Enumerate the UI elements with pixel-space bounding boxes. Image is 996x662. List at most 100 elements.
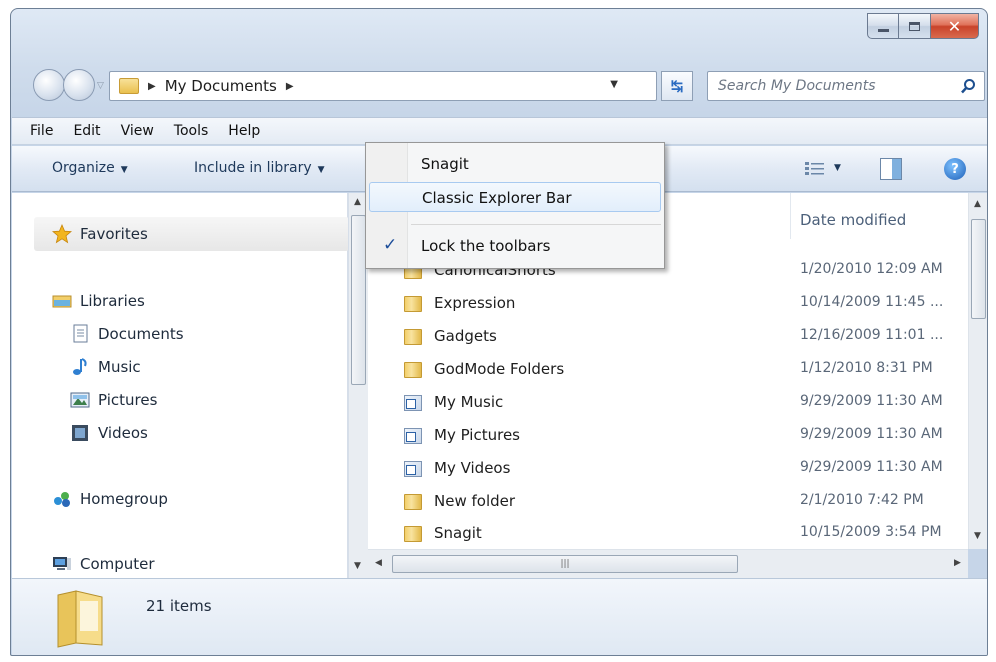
refresh-button[interactable]: ↹ (661, 71, 693, 101)
forward-button[interactable] (63, 69, 95, 101)
scroll-down-arrow-icon[interactable]: ▼ (354, 561, 361, 571)
menu-help[interactable]: Help (228, 123, 260, 139)
navigation-pane: Favorites Libraries Documents Music Pict… (12, 193, 349, 578)
toolbar-context-menu: Snagit Classic Explorer Bar ✓ Lock the t… (365, 142, 665, 269)
file-name: GodMode Folders (434, 360, 565, 378)
address-bar[interactable]: ▶ My Documents ▶ ▼ (109, 71, 657, 101)
menu-edit[interactable]: Edit (73, 123, 100, 139)
details-pane: 21 items (12, 578, 987, 655)
menu-item-classic-explorer-bar[interactable]: Classic Explorer Bar (369, 182, 661, 212)
nav-music-label: Music (98, 358, 141, 376)
nav-computer[interactable]: Computer (52, 554, 155, 574)
file-date: 1/12/2010 8:31 PM (800, 360, 933, 376)
nav-favorites-label: Favorites (80, 225, 148, 243)
scrollbar-thumb[interactable] (971, 219, 986, 319)
nav-libraries-label: Libraries (80, 292, 145, 310)
chevron-down-icon: ▼ (120, 165, 128, 175)
menu-tools[interactable]: Tools (174, 123, 209, 139)
file-date: 9/29/2009 11:30 AM (800, 426, 943, 442)
folder-icon (404, 296, 422, 312)
file-name: My Music (434, 393, 504, 411)
folder-icon (119, 78, 139, 94)
breadcrumb-arrow-icon[interactable]: ▶ (286, 81, 294, 92)
scroll-left-arrow-icon[interactable]: ◀ (375, 558, 382, 568)
folder-icon (404, 329, 422, 345)
file-row[interactable]: My Music 9/29/2009 11:30 AM (368, 388, 968, 418)
preview-pane-icon[interactable] (880, 158, 902, 180)
nav-homegroup-label: Homegroup (80, 490, 168, 508)
nav-computer-label: Computer (80, 555, 155, 573)
maximize-icon (909, 21, 920, 31)
file-date: 10/15/2009 3:54 PM (800, 524, 942, 540)
file-row[interactable]: New folder 2/1/2010 7:42 PM (368, 487, 968, 517)
close-icon: ✕ (947, 16, 962, 36)
close-button[interactable]: ✕ (931, 13, 979, 39)
include-in-library-button[interactable]: Include in library ▼ (194, 160, 325, 176)
scroll-up-arrow-icon[interactable]: ▲ (354, 197, 361, 207)
change-view-icon[interactable] (804, 161, 826, 177)
nav-libraries[interactable]: Libraries (52, 291, 145, 311)
folder-icon (57, 590, 103, 648)
scroll-down-arrow-icon[interactable]: ▼ (974, 531, 981, 541)
scroll-up-arrow-icon[interactable]: ▲ (974, 199, 981, 209)
nav-favorites[interactable]: Favorites (52, 224, 148, 244)
breadcrumb-arrow-icon[interactable]: ▶ (148, 81, 156, 92)
breadcrumb-my-documents[interactable]: My Documents (165, 77, 277, 95)
column-separator (790, 193, 791, 239)
computer-icon (53, 557, 71, 570)
help-icon[interactable]: ? (944, 158, 966, 180)
file-row[interactable]: My Pictures 9/29/2009 11:30 AM (368, 421, 968, 451)
back-button[interactable] (33, 69, 65, 101)
nav-music[interactable]: Music (70, 357, 141, 377)
nav-videos-label: Videos (98, 424, 148, 442)
music-icon (73, 358, 87, 375)
checkmark-icon: ✓ (383, 235, 398, 255)
menu-file[interactable]: File (30, 123, 53, 139)
menu-view[interactable]: View (121, 123, 154, 139)
menu-item-label: Lock the toolbars (421, 237, 551, 255)
minimize-icon (877, 28, 889, 32)
file-date: 10/14/2009 11:45 ... (800, 294, 944, 310)
file-row[interactable]: Expression 10/14/2009 11:45 ... (368, 289, 968, 319)
nav-homegroup[interactable]: Homegroup (52, 489, 168, 509)
nav-pictures[interactable]: Pictures (70, 390, 157, 410)
include-in-library-label: Include in library (194, 160, 312, 176)
scroll-right-arrow-icon[interactable]: ▶ (954, 558, 961, 568)
caption-buttons: ✕ (867, 13, 979, 41)
documents-icon (73, 324, 88, 343)
recent-pages-chevron-icon[interactable]: ▽ (97, 81, 104, 91)
file-name: My Pictures (434, 426, 520, 444)
nav-documents-label: Documents (98, 325, 184, 343)
search-box[interactable] (707, 71, 985, 101)
menu-item-lock-the-toolbars[interactable]: ✓ Lock the toolbars (369, 231, 661, 261)
explorer-window: ✕ ▽ ▶ My Documents ▶ ▼ ↹ File Edit View … (10, 8, 988, 656)
maximize-button[interactable] (899, 13, 931, 39)
file-name: Snagit (434, 524, 482, 542)
folder-icon (404, 362, 422, 378)
view-options-chevron-icon[interactable]: ▼ (834, 163, 841, 173)
file-name: New folder (434, 492, 516, 510)
scrollbar-thumb[interactable] (351, 215, 366, 385)
minimize-button[interactable] (867, 13, 899, 39)
nav-videos[interactable]: Videos (70, 423, 148, 443)
column-header-date-modified[interactable]: Date modified (800, 211, 906, 229)
menu-item-snagit[interactable]: Snagit (369, 149, 661, 179)
search-icon[interactable] (960, 78, 976, 94)
file-row[interactable]: Snagit 10/15/2009 3:54 PM (368, 519, 968, 549)
file-date: 9/29/2009 11:30 AM (800, 393, 943, 409)
file-date: 12/16/2009 11:01 ... (800, 327, 944, 343)
item-count: 21 items (146, 597, 212, 615)
file-row[interactable]: Gadgets 12/16/2009 11:01 ... (368, 322, 968, 352)
shortcut-folder-icon (404, 428, 422, 444)
file-list-horizontal-scrollbar[interactable]: ◀ ||| ▶ (368, 549, 968, 578)
file-list-vertical-scrollbar[interactable]: ▲ ▼ (968, 193, 987, 549)
file-date: 9/29/2009 11:30 AM (800, 459, 943, 475)
address-dropdown-icon[interactable]: ▼ (610, 79, 618, 90)
organize-button[interactable]: Organize ▼ (52, 160, 128, 176)
nav-documents[interactable]: Documents (70, 324, 184, 344)
search-input[interactable] (718, 78, 948, 94)
file-row[interactable]: My Videos 9/29/2009 11:30 AM (368, 454, 968, 484)
videos-icon (72, 425, 88, 441)
file-row[interactable]: GodMode Folders 1/12/2010 8:31 PM (368, 355, 968, 385)
scrollbar-thumb[interactable]: ||| (392, 555, 738, 573)
